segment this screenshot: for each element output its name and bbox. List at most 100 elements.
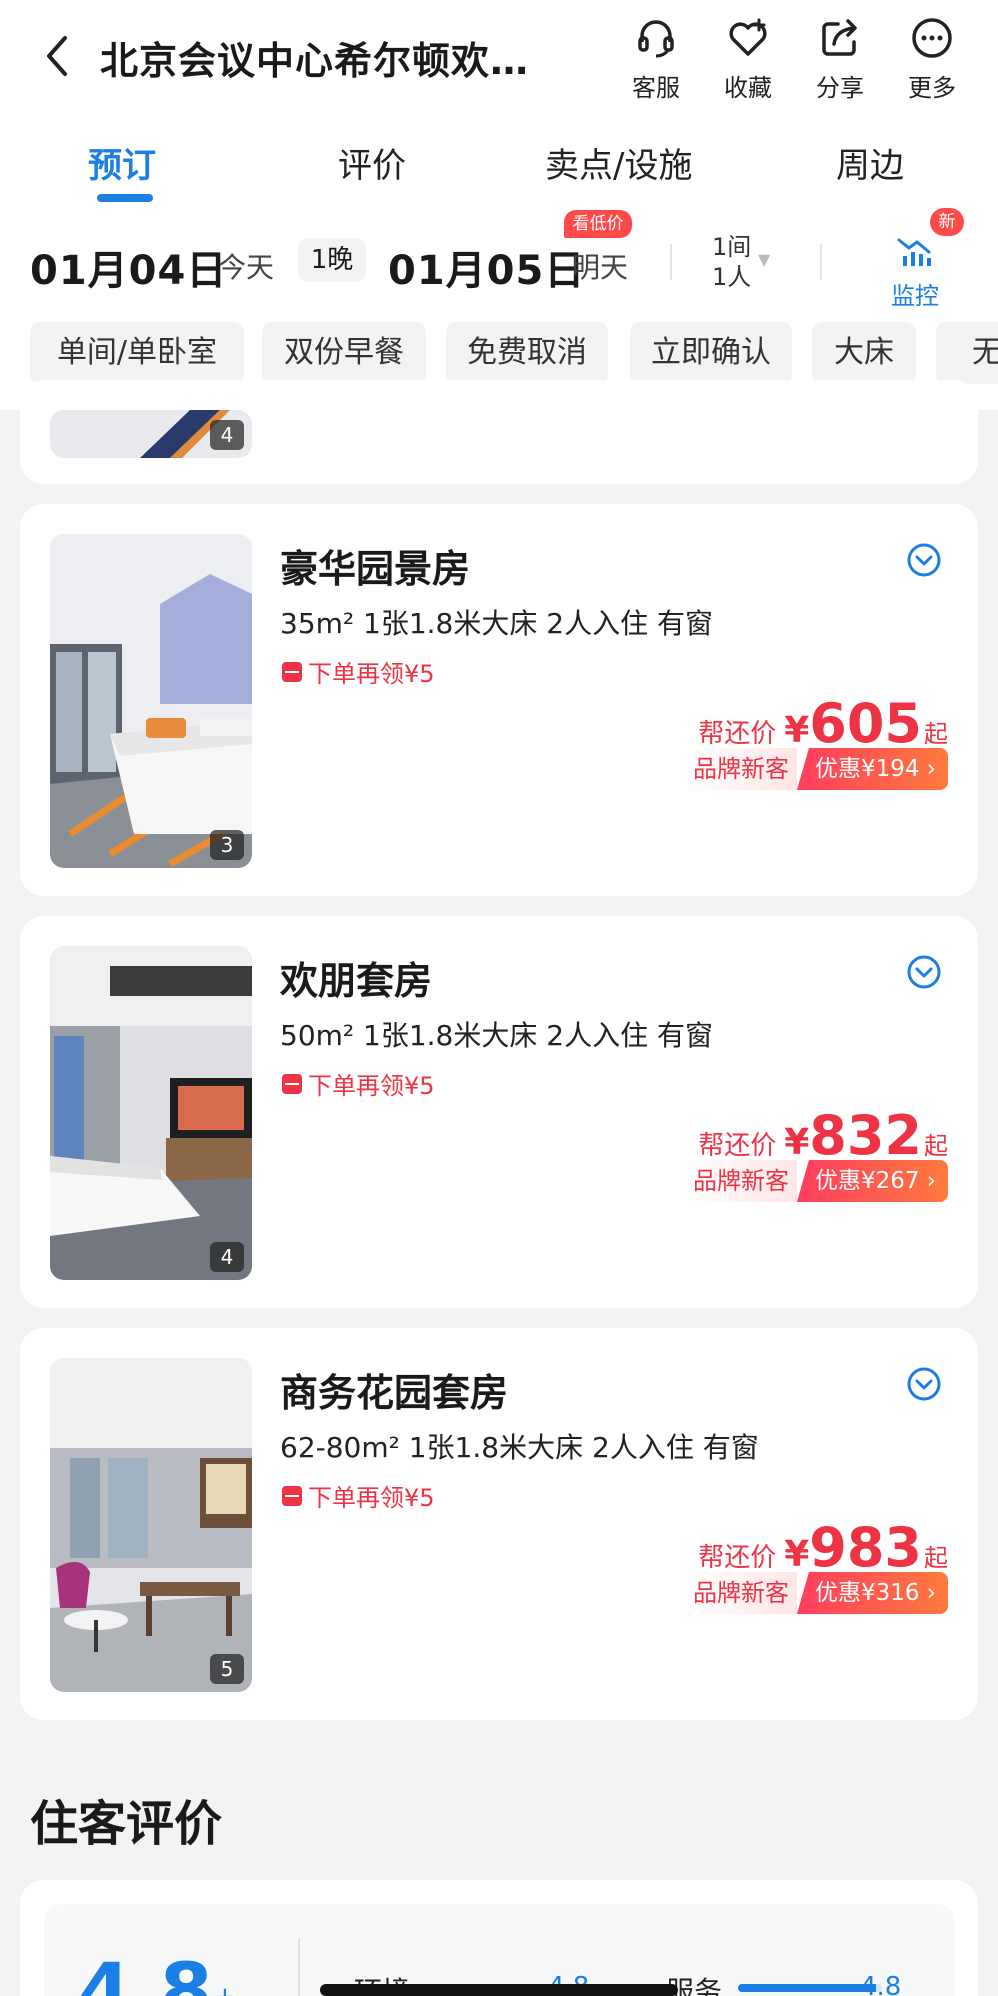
room-name: 豪华园景房 [280,547,471,591]
tab-reviews[interactable]: 评价 [338,138,406,187]
caret-down-icon: ▼ [758,250,771,269]
price-label: 帮还价 [698,719,777,749]
checkin-day-label: 今天 [218,251,275,284]
checkin-date[interactable]: 01月04日 [30,238,227,296]
checkout-day-label: 明天 [572,251,629,284]
filter-free-cancel[interactable]: 免费取消 [446,322,608,384]
hotel-title: 北京会议中心希尔顿欢… [100,39,530,83]
price-monitor-button[interactable]: 监控 [880,230,950,310]
divider [298,1938,300,1996]
promo-brand: 品牌新客 [684,1160,797,1202]
tab-facilities[interactable]: 卖点/设施 [545,138,692,187]
home-indicator [320,1984,678,1996]
currency-symbol: ¥ [784,1122,810,1163]
more-icon [908,14,956,62]
coupon-icon [282,1073,302,1094]
expand-chevron-icon[interactable] [906,1366,942,1402]
photo-count: 5 [210,1654,244,1684]
promo-tag[interactable]: 品牌新客 优惠¥267 › [684,1160,948,1202]
room-photo[interactable]: 4 [50,946,252,1280]
price-label: 帮还价 [698,1543,777,1573]
monitor-label: 监控 [891,282,939,310]
coupon-icon [282,1485,302,1506]
room-price: 983 [809,1516,922,1579]
expand-chevron-icon[interactable] [906,954,942,990]
filter-instant-confirm[interactable]: 立即确认 [630,322,792,384]
headset-icon [632,14,680,62]
room-card[interactable]: 3 豪华园景房 35m² 1张1.8米大床 2人入住 有窗 下单再领¥5 帮还价… [20,504,978,896]
tab-booking[interactable]: 预订 [88,138,156,187]
new-badge: 新 [930,208,964,236]
price-suffix: 起 [924,720,948,748]
promo-tag[interactable]: 品牌新客 优惠¥316 › [684,1572,948,1614]
price-row: 帮还价 ¥ 983 起 [698,1516,948,1579]
back-button[interactable] [28,24,84,88]
service-score: 4.8 [860,1972,902,1996]
filter-double-breakfast[interactable]: 双份早餐 [262,322,426,384]
room-specs: 50m² 1张1.8米大床 2人入住 有窗 [280,1019,713,1052]
expand-chevron-icon[interactable] [906,542,942,578]
coupon-text: 下单再领¥5 [308,1484,435,1512]
price-row: 帮还价 ¥ 605 起 [698,692,948,755]
promo-discount: 优惠¥267 › [796,1160,948,1202]
divider [820,244,822,280]
price-suffix: 起 [924,1544,948,1572]
reviews-section-title: 住客评价 [30,1796,223,1852]
promo-discount: 优惠¥194 › [796,748,948,790]
currency-symbol: ¥ [784,710,810,751]
more-label: 更多 [908,74,956,102]
promo-tag[interactable]: 品牌新客 优惠¥194 › [684,748,948,790]
app-header: 北京会议中心希尔顿欢… 客服 收藏 分享 更多 [0,0,998,120]
share-button[interactable]: 分享 [800,14,880,104]
room-card[interactable]: 5 商务花园套房 62-80m² 1张1.8米大床 2人入住 有窗 下单再领¥5… [20,1328,978,1720]
price-suffix: 起 [924,1132,948,1160]
price-row: 帮还价 ¥ 832 起 [698,1104,948,1167]
currency-symbol: ¥ [784,1534,810,1575]
coupon-tag: 下单再领¥5 [282,1066,435,1101]
photo-count: 4 [210,420,244,450]
room-name: 欢朋套房 [280,959,433,1003]
low-price-badge: 看低价 [564,210,632,238]
score-suffix: + [214,1982,236,1996]
divider [670,244,672,280]
room-price: 605 [809,692,922,755]
tab-nearby[interactable]: 周边 [836,138,904,187]
promo-brand: 品牌新客 [684,748,797,790]
photo-count: 4 [210,1242,244,1272]
promo-brand: 品牌新客 [684,1572,797,1614]
room-guest-selector[interactable]: 1间 1人 [712,232,751,292]
trend-chart-icon [897,238,931,266]
coupon-icon [282,661,302,682]
filter-more[interactable]: 无 [936,322,998,384]
filter-single-room[interactable]: 单间/单卧室 [30,322,244,384]
coupon-tag: 下单再领¥5 [282,1478,435,1513]
filter-king-bed[interactable]: 大床 [812,322,916,384]
date-selector-bar: 01月04日 今天 1晚 01月05日 明天 1间 1人 ▼ 监控 [0,210,998,310]
room-photo[interactable]: 4 [50,410,252,458]
heart-plus-icon [724,14,772,62]
active-tab-indicator [97,194,153,202]
favorite-label: 收藏 [724,74,772,102]
coupon-text: 下单再领¥5 [308,660,435,688]
service-score-fill [738,1984,877,1992]
checkout-date[interactable]: 01月05日 [388,238,585,296]
photo-count: 3 [210,830,244,860]
rooms-count: 1间 [712,233,752,261]
share-label: 分享 [816,74,864,102]
room-price: 832 [809,1104,922,1167]
room-card[interactable]: 4 欢朋套房 50m² 1张1.8米大床 2人入住 有窗 下单再领¥5 帮还价 … [20,916,978,1308]
customer-service-button[interactable]: 客服 [616,14,696,104]
room-card-partial[interactable]: 4 [20,380,978,484]
coupon-tag: 下单再领¥5 [282,654,435,689]
share-icon [816,14,864,62]
more-button[interactable]: 更多 [892,14,972,104]
chevron-left-icon [47,36,67,76]
customer-service-label: 客服 [632,74,680,102]
price-label: 帮还价 [698,1131,777,1161]
overall-score: 4.8 [78,1946,213,1996]
room-photo[interactable]: 3 [50,534,252,868]
room-specs: 62-80m² 1张1.8米大床 2人入住 有窗 [280,1431,759,1464]
room-photo[interactable]: 5 [50,1358,252,1692]
promo-discount: 优惠¥316 › [796,1572,948,1614]
favorite-button[interactable]: 收藏 [708,14,788,104]
